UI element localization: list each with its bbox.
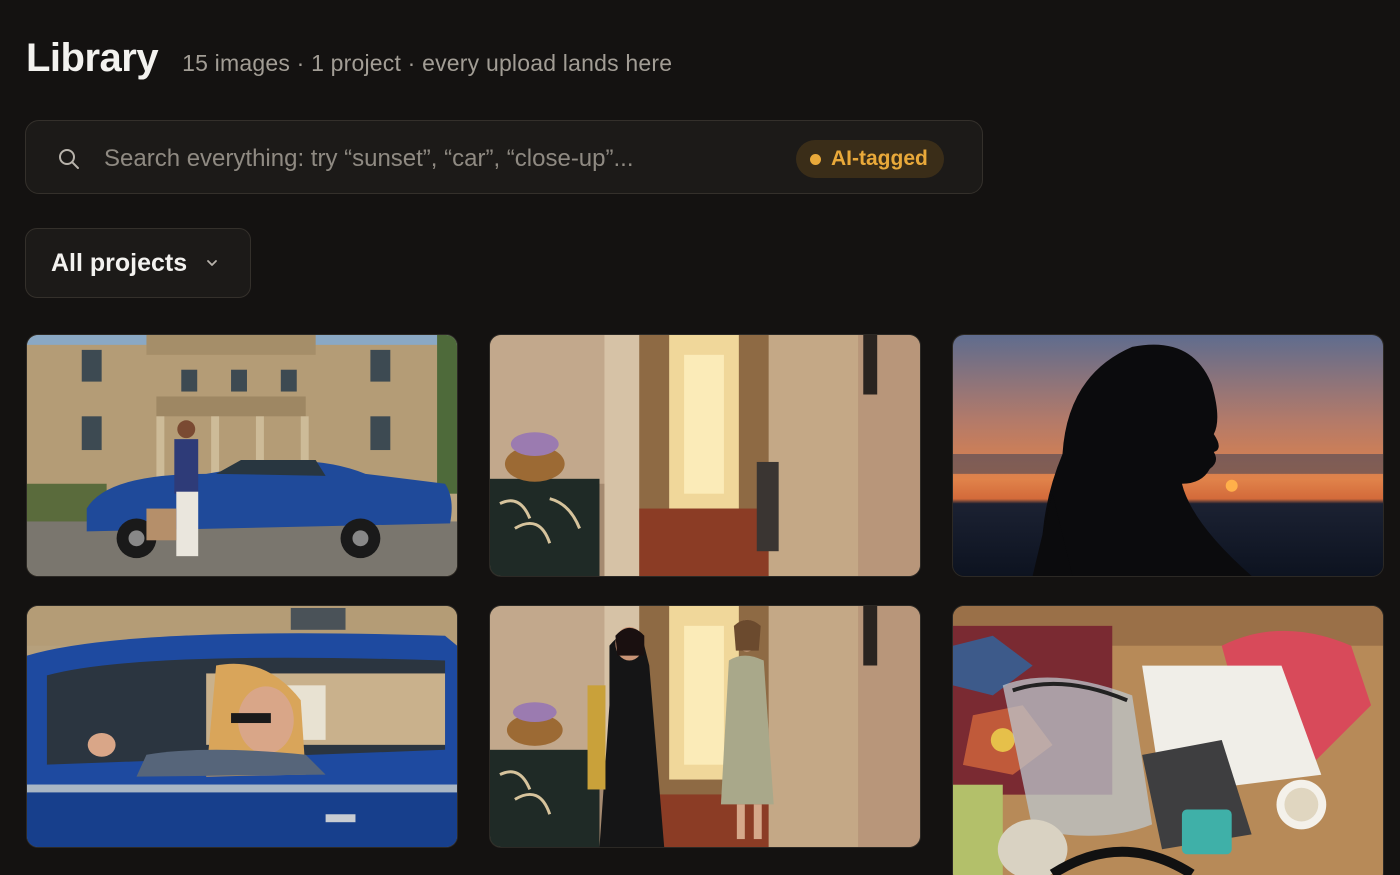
image-thumbnail (953, 606, 1383, 875)
library-page: Library 15 images · 1 project · every up… (0, 0, 1400, 875)
page-title: Library (26, 36, 159, 80)
status-dot (810, 153, 821, 165)
image-tile[interactable] (952, 605, 1384, 875)
search-input[interactable] (102, 139, 796, 179)
image-thumbnail (490, 606, 920, 847)
image-tile[interactable] (26, 605, 458, 848)
ai-tagged-label: AI-tagged (831, 147, 928, 170)
page-header: Library 15 images · 1 project · every up… (26, 36, 672, 81)
image-tile[interactable] (489, 605, 921, 848)
page-subtitle: 15 images · 1 project · every upload lan… (182, 50, 673, 76)
image-tile[interactable] (26, 334, 458, 577)
image-tile[interactable] (952, 334, 1384, 577)
search-bar[interactable]: AI-tagged (25, 120, 983, 194)
image-thumbnail (27, 335, 457, 576)
project-filter-label: All projects (51, 248, 188, 277)
search-icon (59, 149, 79, 169)
ai-tagged-badge: AI-tagged (796, 140, 944, 178)
image-tile[interactable] (489, 334, 921, 577)
image-thumbnail (490, 335, 920, 576)
image-thumbnail (27, 606, 457, 847)
image-thumbnail (953, 335, 1383, 576)
chevron-down-icon (207, 260, 218, 266)
project-filter-dropdown[interactable]: All projects (25, 228, 251, 298)
